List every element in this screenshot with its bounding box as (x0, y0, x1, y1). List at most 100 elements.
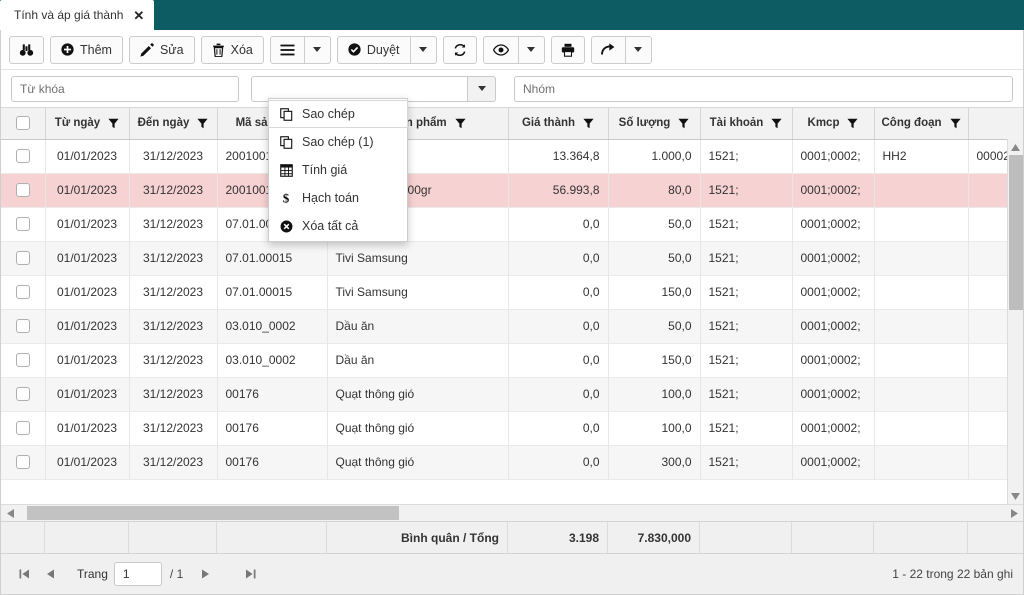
filter-icon[interactable] (678, 118, 689, 129)
refresh-icon (453, 43, 467, 57)
menu-item-sao-ch-p[interactable]: Sao chép (268, 100, 408, 128)
table-row[interactable]: 01/01/2023 31/12/2023 00176 Quạt thông gió 0… (1, 411, 1023, 446)
table-row[interactable]: 01/01/2023 31/12/2023 2001001 13.364,8 1.000… (1, 139, 1023, 174)
column-header-extra[interactable] (968, 108, 1023, 140)
row-checkbox[interactable] (15, 421, 30, 436)
vertical-scrollbar[interactable] (1007, 139, 1023, 504)
cell-ma_san_pham: 07.01.00015 (217, 241, 328, 276)
copy-icon (279, 135, 293, 149)
menu-item-sao-ch-p-1[interactable]: Sao chép (1) (269, 128, 407, 156)
cell-gia_thanh: 0,0 (508, 377, 609, 412)
column-header-tu_ngay[interactable]: Từ ngày (45, 108, 130, 140)
table-row[interactable]: 01/01/202331/12/202307.01.00015Tivi Sams… (1, 275, 1023, 310)
menu-item-t-nh-gi[interactable]: Tính giá (269, 156, 407, 184)
column-header-so_luong[interactable]: Số lượng (608, 108, 701, 140)
row-checkbox-cell[interactable] (1, 241, 46, 276)
row-checkbox[interactable] (15, 387, 30, 402)
middle-combo-toggle[interactable] (468, 75, 496, 102)
table-row[interactable]: 01/01/2023 31/12/2023 03.010_0002 Dầu ăn 0,0… (1, 343, 1023, 378)
scroll-up-button[interactable] (1008, 139, 1024, 155)
row-checkbox[interactable] (15, 319, 30, 334)
row-checkbox[interactable] (15, 455, 30, 470)
menu-item-x-a-t-t-c[interactable]: Xóa tất cả (269, 212, 407, 240)
export-caret-button[interactable] (625, 35, 652, 64)
group-input[interactable] (514, 75, 1013, 102)
table-row[interactable]: 01/01/202331/12/202307.01.00015Tivi Sams… (1, 207, 1023, 242)
row-checkbox[interactable] (15, 149, 30, 164)
delete-button[interactable]: Xóa (200, 35, 264, 64)
filter-icon[interactable] (847, 118, 859, 129)
cell-tu_ngay: 01/01/2023 (45, 445, 130, 480)
search-button[interactable] (9, 35, 44, 64)
delete-circle-icon (279, 220, 293, 233)
row-checkbox[interactable] (15, 285, 30, 300)
close-icon[interactable]: ✕ (133, 9, 144, 22)
view-caret-button[interactable] (518, 35, 545, 64)
refresh-button[interactable] (442, 35, 477, 64)
table-row[interactable]: 01/01/2023 31/12/2023 00176 Quạt thông gió 0… (1, 445, 1023, 480)
row-checkbox-cell[interactable] (1, 173, 46, 208)
row-checkbox-cell[interactable] (1, 139, 46, 174)
table-row[interactable]: 01/01/202331/12/202307.01.00015Tivi Sams… (1, 241, 1023, 276)
table-row[interactable]: 01/01/2023 31/12/2023 03.010_0002 Dầu ăn 0,0… (1, 309, 1023, 344)
scroll-right-button[interactable] (1005, 505, 1023, 522)
next-page-button[interactable] (193, 561, 219, 587)
row-checkbox[interactable] (15, 217, 30, 232)
cell-so_luong: 100,0 (608, 377, 701, 412)
column-header-cong_doan[interactable]: Công đoạn (874, 108, 969, 140)
horizontal-scrollbar[interactable] (1, 504, 1023, 521)
row-checkbox-cell[interactable] (1, 309, 46, 344)
column-header-den_ngay[interactable]: Đến ngày (129, 108, 218, 140)
select-all-checkbox[interactable] (15, 116, 30, 131)
menu-item-h-ch-to-n[interactable]: $ Hạch toán (269, 184, 407, 212)
column-header-kmcp[interactable]: Kmcp (792, 108, 875, 140)
filter-icon[interactable] (771, 118, 782, 129)
search-input[interactable] (11, 75, 239, 102)
column-header-gia_thanh[interactable]: Giá thành (508, 108, 609, 140)
tab-tinh-va-ap-gia-thanh[interactable]: Tính và áp giá thành ✕ (0, 0, 155, 30)
print-button[interactable] (550, 35, 585, 64)
view-button[interactable] (482, 35, 519, 64)
filter-icon[interactable] (108, 118, 119, 129)
row-checkbox-cell[interactable] (1, 377, 46, 412)
filter-icon[interactable] (949, 118, 961, 129)
filter-icon[interactable] (583, 118, 594, 129)
row-checkbox[interactable] (15, 183, 30, 198)
summary-empty-cell (1, 522, 45, 553)
row-checkbox[interactable] (15, 251, 30, 266)
row-checkbox-cell[interactable] (1, 343, 46, 378)
row-checkbox-cell[interactable] (1, 411, 46, 446)
cell-cong_doan (874, 377, 969, 412)
row-checkbox-cell[interactable] (1, 275, 46, 310)
table-row[interactable]: 01/01/202331/12/20232001001hocochoco -50… (1, 173, 1023, 208)
filter-icon[interactable] (197, 118, 208, 129)
cell-so_luong: 80,0 (608, 173, 701, 208)
more-actions-caret-button[interactable] (304, 35, 331, 64)
filter-icon[interactable] (455, 118, 466, 129)
row-checkbox-cell[interactable] (1, 207, 46, 242)
vertical-scroll-thumb[interactable] (1008, 155, 1023, 310)
horizontal-scroll-track[interactable] (19, 505, 1005, 522)
prev-page-button[interactable] (37, 561, 63, 587)
cell-cong_doan: HH2 (874, 139, 969, 174)
edit-button[interactable]: Sửa (128, 35, 195, 64)
row-checkbox-cell[interactable] (1, 445, 46, 480)
scroll-left-button[interactable] (1, 505, 19, 522)
column-header-check[interactable] (1, 108, 46, 140)
export-button[interactable] (590, 35, 626, 64)
cell-ten_san_pham: Tivi Samsung (327, 241, 509, 276)
row-checkbox[interactable] (15, 353, 30, 368)
horizontal-scroll-thumb[interactable] (27, 505, 399, 520)
hamburger-menu-button[interactable] (269, 35, 305, 64)
page-number-input[interactable] (113, 562, 162, 586)
vertical-scroll-track[interactable] (1008, 155, 1024, 488)
table-row[interactable]: 01/01/2023 31/12/2023 00176 Quạt thông gió 0… (1, 377, 1023, 412)
approve-button[interactable]: Duyệt (336, 35, 411, 64)
add-button[interactable]: Thêm (50, 35, 123, 64)
column-header-tai_khoan[interactable]: Tài khoản (700, 108, 793, 140)
scroll-down-button[interactable] (1008, 488, 1024, 504)
first-page-button[interactable] (11, 561, 37, 587)
last-page-button[interactable] (237, 561, 263, 587)
cell-cong_doan (874, 275, 969, 310)
approve-caret-button[interactable] (410, 35, 437, 64)
